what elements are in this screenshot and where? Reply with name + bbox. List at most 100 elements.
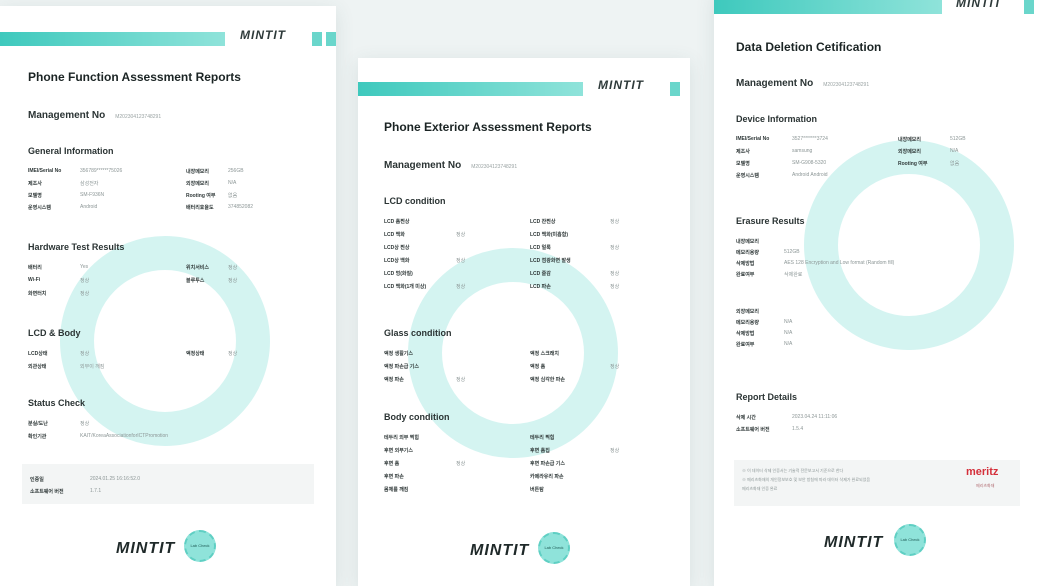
management-no: Management No M202304123748291 <box>384 160 518 171</box>
section-hardware-results: Hardware Test Results <box>28 242 125 252</box>
row-label: 소프트웨어 버전 <box>30 489 64 495</box>
mintit-bottom-logo: MINTIT <box>470 542 530 559</box>
lab-check-badge: Lab Check <box>894 524 926 556</box>
meritz-logo: meritz <box>966 466 999 478</box>
header-band: MINTIT <box>358 78 690 96</box>
row-label: 카메라유리 파손 <box>530 474 564 480</box>
row-value: 정상 <box>80 351 90 357</box>
row-value: 정상 <box>610 284 620 290</box>
row-value: Android Android <box>792 172 828 178</box>
row-value: N/A <box>784 341 793 347</box>
row-label: 위치서비스 <box>186 265 210 271</box>
section-lcd-body: LCD & Body <box>28 328 81 338</box>
row-label: 제조사 <box>28 181 42 187</box>
row-label: 내장메모리 <box>736 239 760 245</box>
row-label: 운영시스템 <box>736 173 760 179</box>
row-label: 인증일 <box>30 477 44 483</box>
row-value: N/A <box>228 180 237 186</box>
row-label: 액정 흠 <box>530 364 546 370</box>
row-value: 2024.01.25 16:16:52.0 <box>90 476 141 482</box>
row-label: 모델명 <box>28 193 42 199</box>
row-label: 몸체를 깨짐 <box>384 487 409 493</box>
row-value: 정상 <box>456 377 466 383</box>
watermark-icon <box>804 140 1014 350</box>
header-band: MINTIT <box>714 0 1038 14</box>
row-value: 정상 <box>456 258 466 264</box>
row-value: 정상 <box>610 448 620 454</box>
management-no: Management No M202304123748291 <box>736 78 870 89</box>
row-label: LCD상 찐상 <box>384 245 410 251</box>
row-label: 후면 파손급 기스 <box>530 461 565 467</box>
row-value: 정상 <box>80 278 90 284</box>
row-label: 후면 흠집 <box>530 448 550 454</box>
row-value: AES 128 Encryption and Low format (Rando… <box>784 260 895 266</box>
row-label: 배터리효율도 <box>186 205 214 211</box>
section-general-info: General Information <box>28 146 114 156</box>
section-erasure-results: Erasure Results <box>736 216 805 226</box>
row-label: 후면 흠 <box>384 461 400 467</box>
row-value: 정상 <box>456 284 466 290</box>
row-label: 액정 스크래치 <box>530 351 559 357</box>
row-value: 정상 <box>456 232 466 238</box>
mintit-logo: MINTIT <box>240 28 286 42</box>
row-label: 테두리 찍힘 <box>530 435 555 441</box>
section-device-info: Device Information <box>736 114 818 124</box>
row-value: 2023.04.24 11:11:06 <box>792 414 838 420</box>
row-label: 액정 파손 <box>384 377 404 383</box>
meritz-sub-label: 메리츠화재 <box>976 483 995 488</box>
row-value: 374852082 <box>228 204 254 210</box>
row-label: 블루투스 <box>186 278 205 284</box>
row-value: 외부이 깨짐 <box>80 364 105 370</box>
row-value: N/A <box>784 330 793 336</box>
footer-note: ※ 이 데이터 삭제 인증서는 기술적 전문보고서 기준으로 한다 <box>742 468 844 473</box>
row-value: SM-F936N <box>80 192 105 198</box>
row-label: LCD 잔찐상 <box>530 219 556 225</box>
row-value: 정상 <box>456 461 466 467</box>
row-value: 정상 <box>228 265 238 271</box>
row-label: 외장메모리 <box>736 309 760 315</box>
row-value: KAIT/KoreaAssociationforICTPromotion <box>80 433 169 439</box>
row-label: LCD 백화(1개 미상) <box>384 284 427 290</box>
row-label: LCD상 백화 <box>384 258 410 264</box>
management-no: Management No M202304123748291 <box>28 110 162 121</box>
row-label: IMEI/Serial No <box>736 136 770 142</box>
section-glass-condition: Glass condition <box>384 328 452 338</box>
row-label: 삭제방법 <box>736 261 755 267</box>
row-value: 3527*******3724 <box>792 136 828 142</box>
row-label: 외장메모리 <box>898 149 922 155</box>
row-label: 내장메모리 <box>898 137 922 143</box>
row-value: 정상 <box>610 271 620 277</box>
row-label: LCD 백화 <box>384 232 405 238</box>
row-value: 정상 <box>80 421 90 427</box>
mintit-logo: MINTIT <box>598 78 644 92</box>
row-label: 후면 외부기스 <box>384 448 413 454</box>
section-status-check: Status Check <box>28 398 86 408</box>
watermark-icon <box>408 248 618 458</box>
header-band: MINTIT <box>0 28 336 46</box>
data-deletion-card: MINTIT Data Deletion Cetification Manage… <box>714 0 1038 586</box>
row-label: 외관상태 <box>28 364 47 370</box>
row-value: 정상 <box>610 219 620 225</box>
row-label: 소프트웨어 버전 <box>736 427 770 433</box>
row-label: 메모리용량 <box>736 320 760 326</box>
row-value: 없음 <box>950 161 960 167</box>
row-value: samsung <box>792 148 813 154</box>
row-value: 356789******75026 <box>80 168 123 174</box>
row-label: Wi-Fi <box>28 277 41 283</box>
footer-box <box>22 464 314 504</box>
row-label: 버튼탐 <box>530 487 544 493</box>
section-body-condition: Body condition <box>384 412 450 422</box>
row-value: 정상 <box>610 245 620 251</box>
row-label: 삭제방법 <box>736 331 755 337</box>
row-value: 1.7.1 <box>90 488 102 494</box>
row-label: 액정 파손급 기스 <box>384 364 419 370</box>
row-value: 정상 <box>610 364 620 370</box>
row-label: 분실/도난 <box>28 421 48 427</box>
section-report-details: Report Details <box>736 392 798 402</box>
row-value: Android <box>80 204 98 210</box>
row-label: 액정 생활기스 <box>384 351 413 357</box>
mintit-bottom-logo: MINTIT <box>116 540 176 557</box>
row-label: 테두리 외부 찍힘 <box>384 435 419 441</box>
footer-note: ※ 메리츠화재의 개인정보보호 및 보안 방침에 따라 데이터 삭제가 완료되었… <box>742 477 871 482</box>
footer-note: 메리츠화재 인증 완료 <box>742 486 778 491</box>
